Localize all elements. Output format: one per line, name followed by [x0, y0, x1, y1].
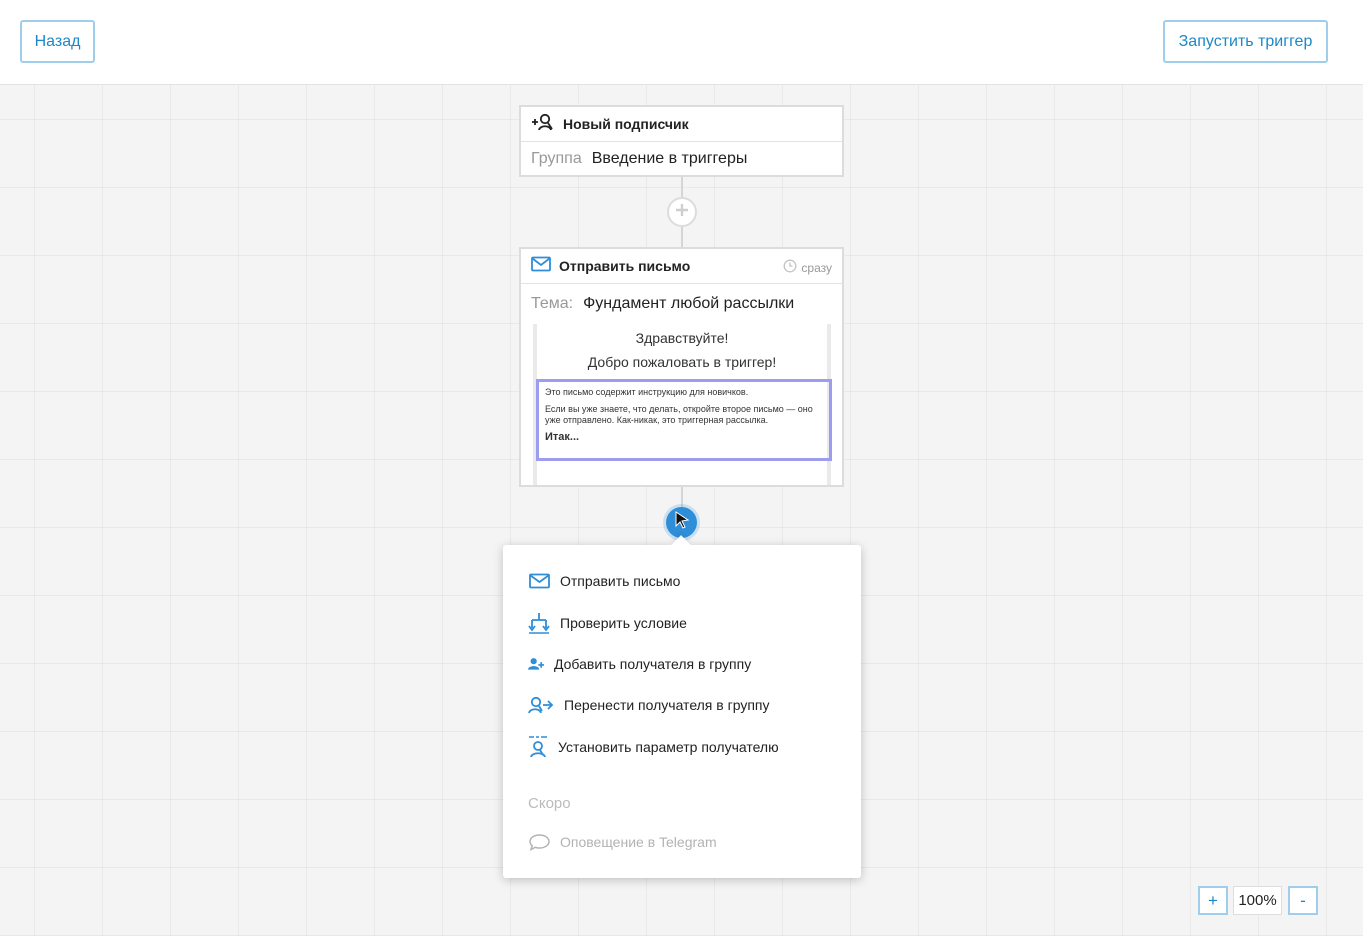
- envelope-icon: [528, 570, 550, 592]
- run-trigger-button[interactable]: Запустить триггер: [1163, 20, 1328, 63]
- user-add-icon: [531, 113, 555, 136]
- user-move-icon: [528, 694, 554, 716]
- preview-line: Это письмо содержит инструкцию для нович…: [545, 387, 749, 397]
- connector-line: [681, 227, 683, 247]
- subject-row: Тема: Фундамент любой рассылки: [521, 284, 842, 324]
- menu-item-label: Добавить получателя в группу: [554, 656, 752, 672]
- add-step-active-button[interactable]: [666, 507, 697, 538]
- menu-item-label: Оповещение в Telegram: [560, 834, 717, 850]
- menu-item-label: Установить параметр получателю: [558, 739, 779, 755]
- trigger-node-new-subscriber[interactable]: Новый подписчик Группа Введение в тригге…: [519, 105, 844, 177]
- group-value: Введение в триггеры: [591, 149, 748, 167]
- menu-item-send-email[interactable]: Отправить письмо: [528, 569, 680, 593]
- add-step-button[interactable]: [667, 197, 697, 227]
- menu-item-add-to-group[interactable]: Добавить получателя в группу: [528, 652, 751, 676]
- menu-item-label: Отправить письмо: [560, 573, 681, 589]
- envelope-icon: [531, 256, 551, 277]
- user-plus-icon: [528, 653, 544, 675]
- menu-item-label: Перенести получателя в группу: [564, 697, 770, 713]
- node-title: Отправить письмо: [559, 258, 691, 274]
- menu-item-check-condition[interactable]: Проверить условие: [528, 611, 687, 635]
- menu-item-move-to-group[interactable]: Перенести получателя в группу: [528, 693, 770, 717]
- preview-line: Если вы уже знаете, что делать, откройте…: [545, 404, 813, 425]
- preview-welcome: Добро пожаловать в триггер!: [587, 354, 777, 370]
- zoom-out-button[interactable]: -: [1288, 886, 1318, 915]
- timing-text: сразу: [801, 260, 832, 275]
- menu-item-set-parameter[interactable]: Установить параметр получателю: [528, 735, 779, 759]
- email-preview: Здравствуйте! Добро пожаловать в триггер…: [533, 324, 832, 485]
- user-param-icon: [528, 736, 548, 758]
- connector-line: [681, 487, 683, 507]
- zoom-in-button[interactable]: +: [1198, 886, 1228, 915]
- branch-icon: [528, 612, 550, 634]
- menu-item-label: Проверить условие: [560, 615, 687, 631]
- action-node-send-email[interactable]: Отправить письмо сразу Тема: Фундамент л…: [519, 247, 844, 487]
- pointer-icon: [674, 511, 690, 534]
- action-menu: Отправить письмо Проверить условие Добав…: [503, 535, 861, 878]
- group-label: Группа: [531, 149, 582, 167]
- back-button[interactable]: Назад: [20, 20, 95, 63]
- top-bar: Назад Запустить триггер: [0, 0, 1363, 85]
- plus-icon: [675, 203, 689, 222]
- timing-indicator: сразу: [783, 259, 832, 276]
- connector-line: [681, 177, 683, 197]
- node-header: Новый подписчик: [521, 107, 842, 142]
- group-row: Группа Введение в триггеры: [521, 142, 842, 175]
- preview-greeting: Здравствуйте!: [635, 330, 729, 346]
- clock-icon: [783, 259, 797, 276]
- node-header: Отправить письмо сразу: [521, 249, 842, 284]
- chat-bubble-icon: [528, 831, 550, 853]
- preview-line: Итак...: [545, 431, 580, 443]
- node-title: Новый подписчик: [563, 116, 689, 132]
- preview-highlight-box: Это письмо содержит инструкцию для нович…: [536, 379, 832, 461]
- menu-item-telegram: Оповещение в Telegram: [528, 830, 717, 854]
- zoom-level: 100%: [1233, 886, 1282, 915]
- subject-label: Тема:: [531, 295, 574, 312]
- subject-value: Фундамент любой рассылки: [583, 295, 795, 312]
- soon-label: Скоро: [528, 795, 571, 812]
